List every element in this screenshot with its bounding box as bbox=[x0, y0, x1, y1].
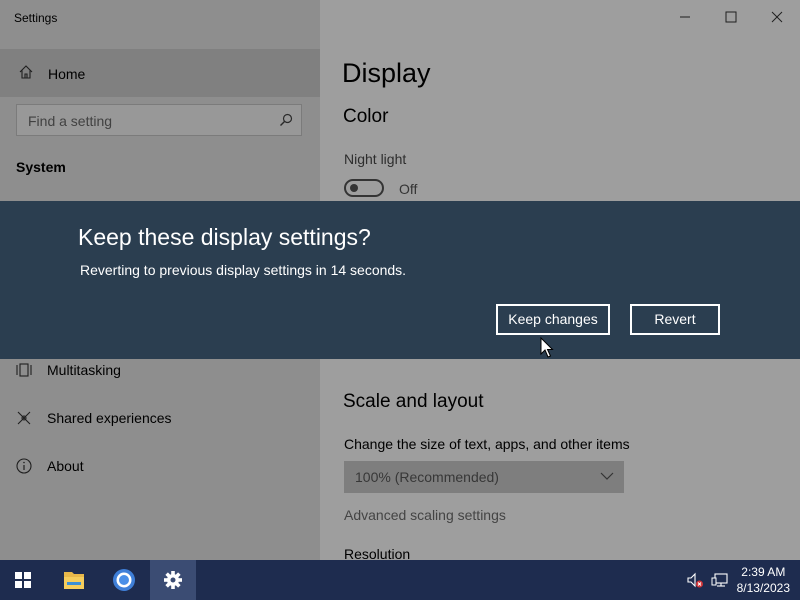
clock-date: 8/13/2023 bbox=[736, 581, 790, 595]
mouse-cursor-icon bbox=[540, 337, 554, 358]
keep-settings-dialog: Keep these display settings? Reverting t… bbox=[0, 201, 800, 359]
taskbar-chrome[interactable] bbox=[101, 560, 147, 600]
taskbar: 2:39 AM 8/13/2023 bbox=[0, 560, 800, 600]
dialog-message: Reverting to previous display settings i… bbox=[80, 262, 407, 278]
revert-button[interactable]: Revert bbox=[630, 304, 720, 335]
volume-muted-icon[interactable] bbox=[686, 571, 704, 589]
file-explorer-icon bbox=[64, 572, 84, 589]
dialog-title: Keep these display settings? bbox=[78, 224, 371, 250]
taskbar-file-explorer[interactable] bbox=[51, 560, 97, 600]
chrome-icon bbox=[113, 569, 135, 591]
taskbar-settings[interactable] bbox=[150, 560, 196, 600]
start-icon bbox=[15, 572, 31, 588]
network-icon[interactable] bbox=[711, 571, 729, 589]
clock-time: 2:39 AM bbox=[741, 565, 786, 579]
keep-changes-button[interactable]: Keep changes bbox=[496, 304, 610, 335]
settings-icon bbox=[164, 571, 182, 589]
start-button[interactable] bbox=[0, 560, 46, 600]
taskbar-clock[interactable]: 2:39 AM 8/13/2023 bbox=[737, 564, 790, 596]
